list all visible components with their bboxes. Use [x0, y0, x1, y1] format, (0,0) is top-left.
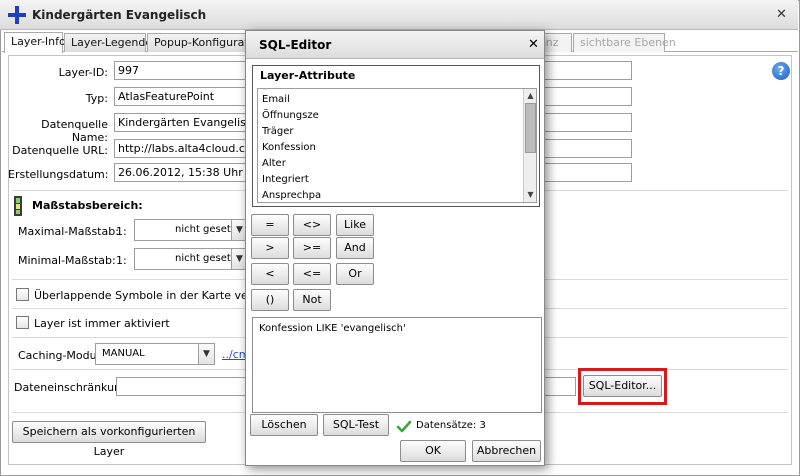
sql-dialog-titlebar[interactable]: SQL-Editor ✕ [246, 31, 544, 59]
record-count: Datensätze: 3 [416, 420, 486, 431]
main-titlebar[interactable]: Kindergärten Evangelisch ✕ [0, 0, 798, 30]
typ-label: Typ: [85, 92, 108, 105]
filter-label: Dateneinschränkung: [14, 381, 132, 394]
attribute-list[interactable]: _ Email Öffnungsze Träger Konfession Alt… [257, 88, 537, 203]
layer-attributes-box: Layer-Attribute _ Email Öffnungsze Träge… [252, 65, 540, 207]
list-item[interactable]: Träger [262, 126, 294, 137]
list-item[interactable]: Konfession [262, 142, 316, 153]
sql-test-button[interactable]: SQL-Test [323, 414, 389, 436]
max-scale-prefix: 1: [116, 225, 127, 238]
scroll-thumb[interactable] [525, 103, 536, 153]
cancel-button[interactable]: Abbrechen [472, 440, 541, 462]
sql-editor-dialog: SQL-Editor ✕ Layer-Attribute _ Email Öff… [245, 30, 545, 466]
min-scale-select[interactable]: nicht gesetzt ▼ [134, 248, 248, 270]
close-icon[interactable]: ✕ [776, 7, 787, 22]
caching-label: Caching-Modus: [18, 349, 107, 362]
always-active-checkbox[interactable] [16, 316, 29, 329]
sql-query-textarea[interactable]: Konfession LIKE 'evangelisch' [252, 317, 542, 413]
save-preconfigured-button[interactable]: Speichern als vorkonfigurierten Layer [12, 421, 206, 458]
erstellungsdatum-label: Erstellungsdatum: [8, 168, 109, 181]
op-like-button[interactable]: Like [336, 214, 374, 236]
op-parentheses-button[interactable]: () [251, 289, 289, 311]
always-active-label: Layer ist immer aktiviert [34, 317, 170, 330]
clear-button[interactable]: Löschen [250, 414, 318, 436]
caching-select[interactable]: MANUAL ▼ [95, 343, 215, 365]
op-not-button[interactable]: Not [293, 289, 331, 311]
op-less-equal-button[interactable]: <= [293, 263, 331, 285]
close-icon[interactable]: ✕ [528, 37, 539, 52]
highlight-box [578, 368, 667, 405]
attribute-partial: _ [262, 89, 267, 90]
filter-field-end[interactable] [544, 377, 576, 396]
op-equals-button[interactable]: = [251, 214, 289, 236]
list-item[interactable]: Integriert [262, 174, 309, 185]
chevron-down-icon[interactable]: ▼ [198, 344, 214, 364]
scroll-up-icon[interactable]: ▲ [524, 89, 536, 102]
tab-sichtbare-ebenen: sichtbare Ebenen [573, 33, 676, 52]
min-scale-prefix: 1: [116, 254, 127, 267]
ok-button[interactable]: OK [400, 440, 466, 462]
plus-icon [8, 6, 26, 24]
datenquelle-name-label: Datenquelle Name: [41, 118, 108, 144]
datenquelle-url-label: Datenquelle URL: [12, 144, 108, 157]
layer-attributes-title: Layer-Attribute [260, 69, 356, 82]
tab-layer-info[interactable]: Layer-Info [4, 32, 66, 53]
list-item[interactable]: Email [262, 94, 290, 105]
op-or-button[interactable]: Or [336, 263, 374, 285]
sql-dialog-title: SQL-Editor [259, 38, 332, 52]
tab-layer-legende[interactable]: Layer-Legende [64, 33, 152, 52]
max-scale-label: Maximal-Maßstab: [18, 225, 119, 238]
op-less-button[interactable]: < [251, 263, 289, 285]
overlap-checkbox[interactable] [16, 288, 29, 301]
checkmark-icon [396, 420, 412, 433]
list-item[interactable]: Öffnungsze [262, 110, 319, 121]
list-item[interactable]: Alter [262, 158, 286, 169]
help-icon[interactable]: ? [772, 62, 790, 80]
scale-bar-icon [14, 196, 22, 216]
op-and-button[interactable]: And [336, 237, 374, 259]
op-greater-button[interactable]: > [251, 237, 289, 259]
scale-heading: Maßstabsbereich: [32, 199, 143, 212]
min-scale-label: Minimal-Maßstab: [18, 254, 116, 267]
caching-value: MANUAL [102, 348, 145, 359]
attribute-scrollbar[interactable]: ▲ ▼ [523, 89, 536, 202]
tab-popup-konfiguration[interactable]: Popup-Konfiguration [147, 33, 265, 52]
window-title: Kindergärten Evangelisch [32, 8, 207, 22]
max-scale-select[interactable]: nicht gesetzt ▼ [134, 219, 248, 241]
filter-field[interactable] [116, 377, 248, 396]
layer-id-label: Layer-ID: [58, 66, 108, 79]
op-not-equals-button[interactable]: <> [293, 214, 331, 236]
list-item[interactable]: Ansprechpa [262, 190, 321, 201]
scroll-down-icon[interactable]: ▼ [524, 188, 536, 201]
op-greater-equal-button[interactable]: >= [293, 237, 331, 259]
